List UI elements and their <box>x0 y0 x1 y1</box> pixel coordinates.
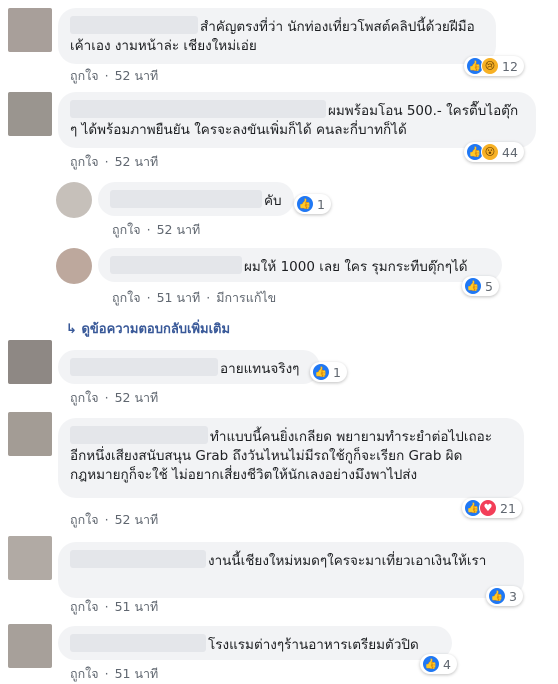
avatar[interactable] <box>8 536 52 580</box>
comment-bubble: ผมพร้อมโอน 500.- ใครตื๊บไอตุ๊ก ๆ ได้พร้อ… <box>58 92 536 148</box>
avatar[interactable] <box>56 248 92 284</box>
comment-text: อายแทนจริงๆ <box>220 361 300 377</box>
like-icon: 👍 <box>488 587 506 605</box>
like-link[interactable]: ถูกใจ <box>70 390 99 405</box>
reaction-count: 3 <box>509 588 517 604</box>
avatar[interactable] <box>8 624 52 668</box>
wow-icon: 😮 <box>481 143 499 161</box>
view-more-replies-link[interactable]: ↳ ดูข้อความตอบกลับเพิ่มเติม <box>66 318 230 339</box>
sad-icon: 😢 <box>481 57 499 75</box>
reaction-count: 21 <box>500 500 516 516</box>
blurred-author-name[interactable] <box>70 550 206 568</box>
timestamp[interactable]: 51 นาที <box>115 666 159 681</box>
blurred-author-name[interactable] <box>70 634 206 652</box>
reaction-summary[interactable]: 👍 3 <box>486 586 523 606</box>
reaction-summary[interactable]: 👍 😢 12 <box>464 56 524 76</box>
avatar[interactable] <box>8 8 52 52</box>
like-icon: 👍 <box>422 655 440 673</box>
timestamp[interactable]: 52 นาที <box>115 512 159 527</box>
comment-meta: ถูกใจ · 51 นาที · มีการแก้ไข <box>112 290 277 305</box>
comment-meta: ถูกใจ · 52 นาที <box>70 390 159 405</box>
like-icon: 👍 <box>464 277 482 295</box>
like-link[interactable]: ถูกใจ <box>112 222 141 237</box>
avatar[interactable] <box>8 340 52 384</box>
timestamp[interactable]: 51 นาที <box>157 290 201 305</box>
reaction-summary[interactable]: 👍 😮 44 <box>464 142 524 162</box>
timestamp[interactable]: 51 นาที <box>115 599 159 614</box>
like-icon: 👍 <box>312 363 330 381</box>
timestamp[interactable]: 52 นาที <box>157 222 201 237</box>
comment-meta: ถูกใจ · 52 นาที <box>70 512 159 527</box>
comment-meta: ถูกใจ · 52 นาที <box>112 222 201 237</box>
comment-text: งานนี้เชียงใหม่หมดๆใครจะมาเที่ยวเอาเงินใ… <box>208 553 487 569</box>
comment-meta: ถูกใจ · 51 นาที <box>70 599 159 614</box>
like-link[interactable]: ถูกใจ <box>70 599 99 614</box>
like-link[interactable]: ถูกใจ <box>70 512 99 527</box>
reaction-count: 1 <box>317 196 325 212</box>
comment-bubble: โรงแรมต่างๆร้านอาหารเตรียมตัวปิด <box>58 626 452 660</box>
like-link[interactable]: ถูกใจ <box>70 154 99 169</box>
timestamp[interactable]: 52 นาที <box>115 154 159 169</box>
like-link[interactable]: ถูกใจ <box>112 290 141 305</box>
reaction-summary[interactable]: 👍 4 <box>420 654 457 674</box>
comment-bubble: ทำแบบนี้คนยิ่งเกลียด พยายามทำระยำต่อไปเถ… <box>58 418 524 498</box>
reaction-count: 1 <box>333 364 341 380</box>
reaction-count: 4 <box>443 656 451 672</box>
blurred-author-name[interactable] <box>110 190 262 208</box>
comment-bubble: คับ <box>98 182 294 216</box>
reaction-count: 5 <box>485 278 493 294</box>
reaction-summary[interactable]: 👍 5 <box>462 276 499 296</box>
edited-label[interactable]: มีการแก้ไข <box>216 290 276 305</box>
comment-meta: ถูกใจ · 52 นาที <box>70 68 159 83</box>
comment-text: ผมให้ 1000 เลย ใคร รุมกระทืบตุ๊กๆได้ <box>244 259 468 275</box>
comment-bubble: อายแทนจริงๆ <box>58 350 320 384</box>
reaction-summary[interactable]: 👍 ♥ 21 <box>462 498 522 518</box>
reaction-count: 12 <box>502 58 518 74</box>
reaction-count: 44 <box>502 144 518 160</box>
blurred-author-name[interactable] <box>70 358 218 376</box>
comment-text: คับ <box>264 193 282 209</box>
avatar[interactable] <box>8 412 52 456</box>
blurred-author-name[interactable] <box>110 256 242 274</box>
comment-bubble: งานนี้เชียงใหม่หมดๆใครจะมาเที่ยวเอาเงินใ… <box>58 542 524 598</box>
avatar[interactable] <box>8 92 52 136</box>
reply-arrow-icon: ↳ <box>66 322 77 337</box>
comment-bubble: ผมให้ 1000 เลย ใคร รุมกระทืบตุ๊กๆได้ <box>98 248 502 282</box>
heart-icon: ♥ <box>479 499 497 517</box>
like-link[interactable]: ถูกใจ <box>70 68 99 83</box>
like-icon: 👍 <box>296 195 314 213</box>
reaction-summary[interactable]: 👍 1 <box>310 362 347 382</box>
blurred-author-name[interactable] <box>70 426 208 444</box>
comment-meta: ถูกใจ · 51 นาที <box>70 666 159 681</box>
timestamp[interactable]: 52 นาที <box>115 68 159 83</box>
comment-meta: ถูกใจ · 52 นาที <box>70 154 159 169</box>
blurred-author-name[interactable] <box>70 100 326 118</box>
blurred-author-name[interactable] <box>70 16 198 34</box>
comment-text: โรงแรมต่างๆร้านอาหารเตรียมตัวปิด <box>208 637 419 653</box>
avatar[interactable] <box>56 182 92 218</box>
like-link[interactable]: ถูกใจ <box>70 666 99 681</box>
reaction-summary[interactable]: 👍 1 <box>294 194 331 214</box>
timestamp[interactable]: 52 นาที <box>115 390 159 405</box>
comment-bubble: สำคัญตรงที่ว่า นักท่องเที่ยวโพสต์คลิปนี้… <box>58 8 496 64</box>
